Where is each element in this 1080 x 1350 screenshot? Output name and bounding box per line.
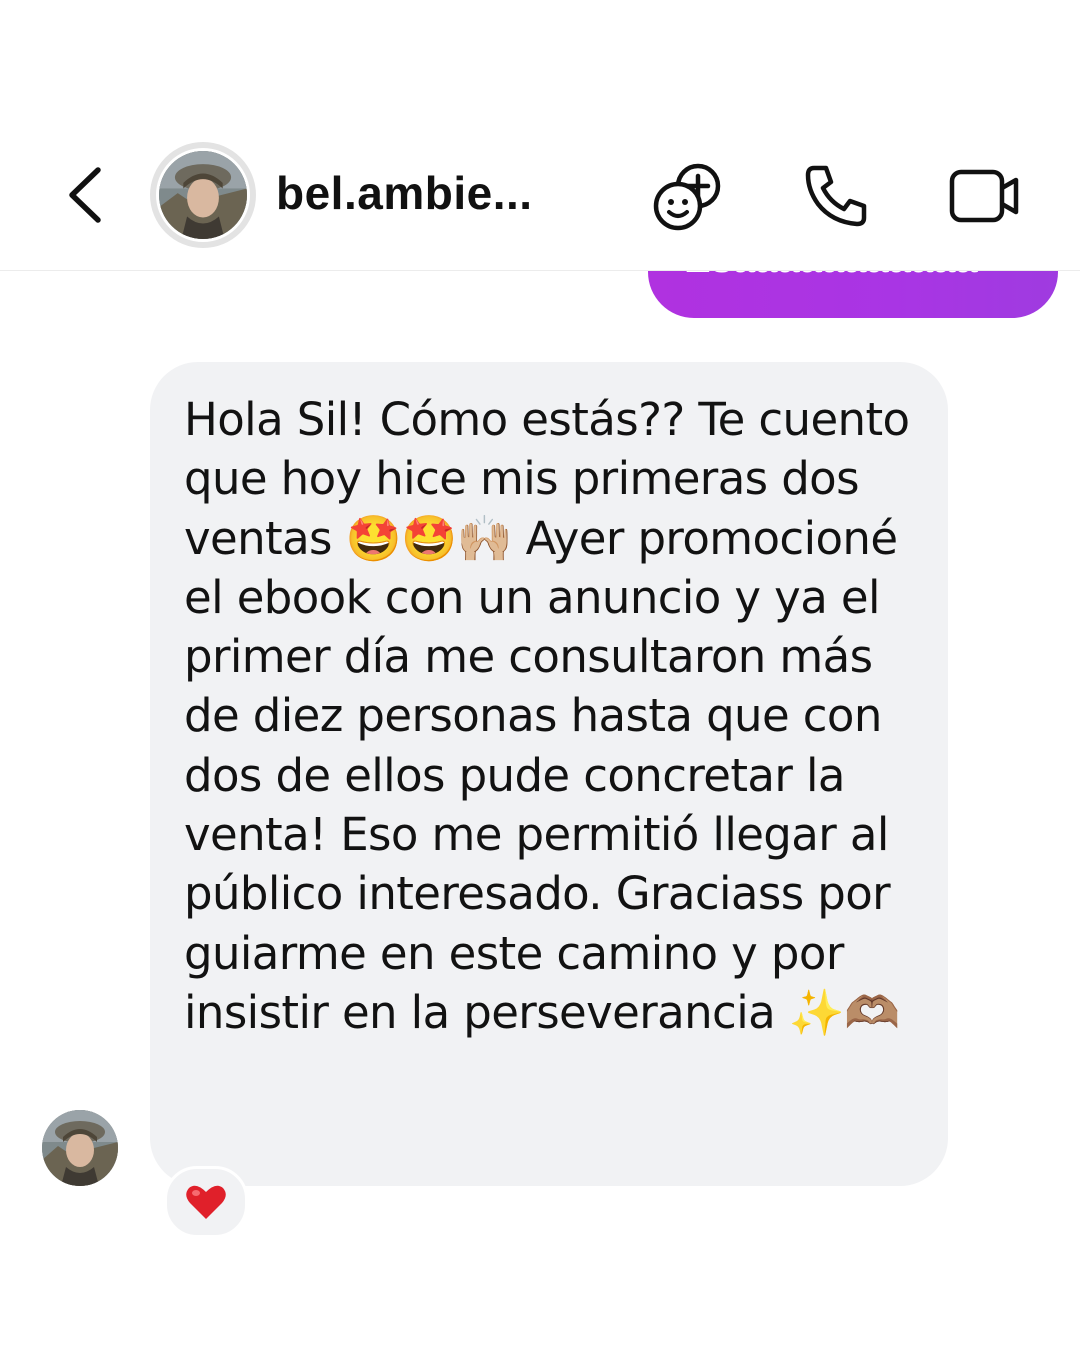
chat-header: bel.ambie... xyxy=(0,0,1080,271)
video-camera-icon xyxy=(949,169,1019,223)
phone-icon xyxy=(805,165,867,227)
profile-photo xyxy=(156,148,250,242)
video-call-button[interactable] xyxy=(946,158,1022,234)
heart-icon xyxy=(186,1185,226,1219)
sticker-effects-icon xyxy=(653,163,721,231)
audio-call-button[interactable] xyxy=(798,158,874,234)
received-message-bubble[interactable]: Hola Sil! Cómo estás?? Te cuento que hoy… xyxy=(150,362,948,1186)
back-button[interactable] xyxy=(60,160,112,230)
message-reaction[interactable] xyxy=(164,1166,248,1238)
chat-username[interactable]: bel.ambie... xyxy=(276,166,533,220)
effects-button[interactable] xyxy=(650,158,726,234)
received-message-text: Hola Sil! Cómo estás?? Te cuento que hoy… xyxy=(184,393,924,1039)
chevron-left-icon xyxy=(69,167,101,223)
sender-avatar[interactable] xyxy=(42,1110,118,1186)
dm-conversation-screen: Esaaaaaaaaaaa bel.ambie... xyxy=(0,0,1080,1350)
header-avatar[interactable] xyxy=(150,142,256,248)
